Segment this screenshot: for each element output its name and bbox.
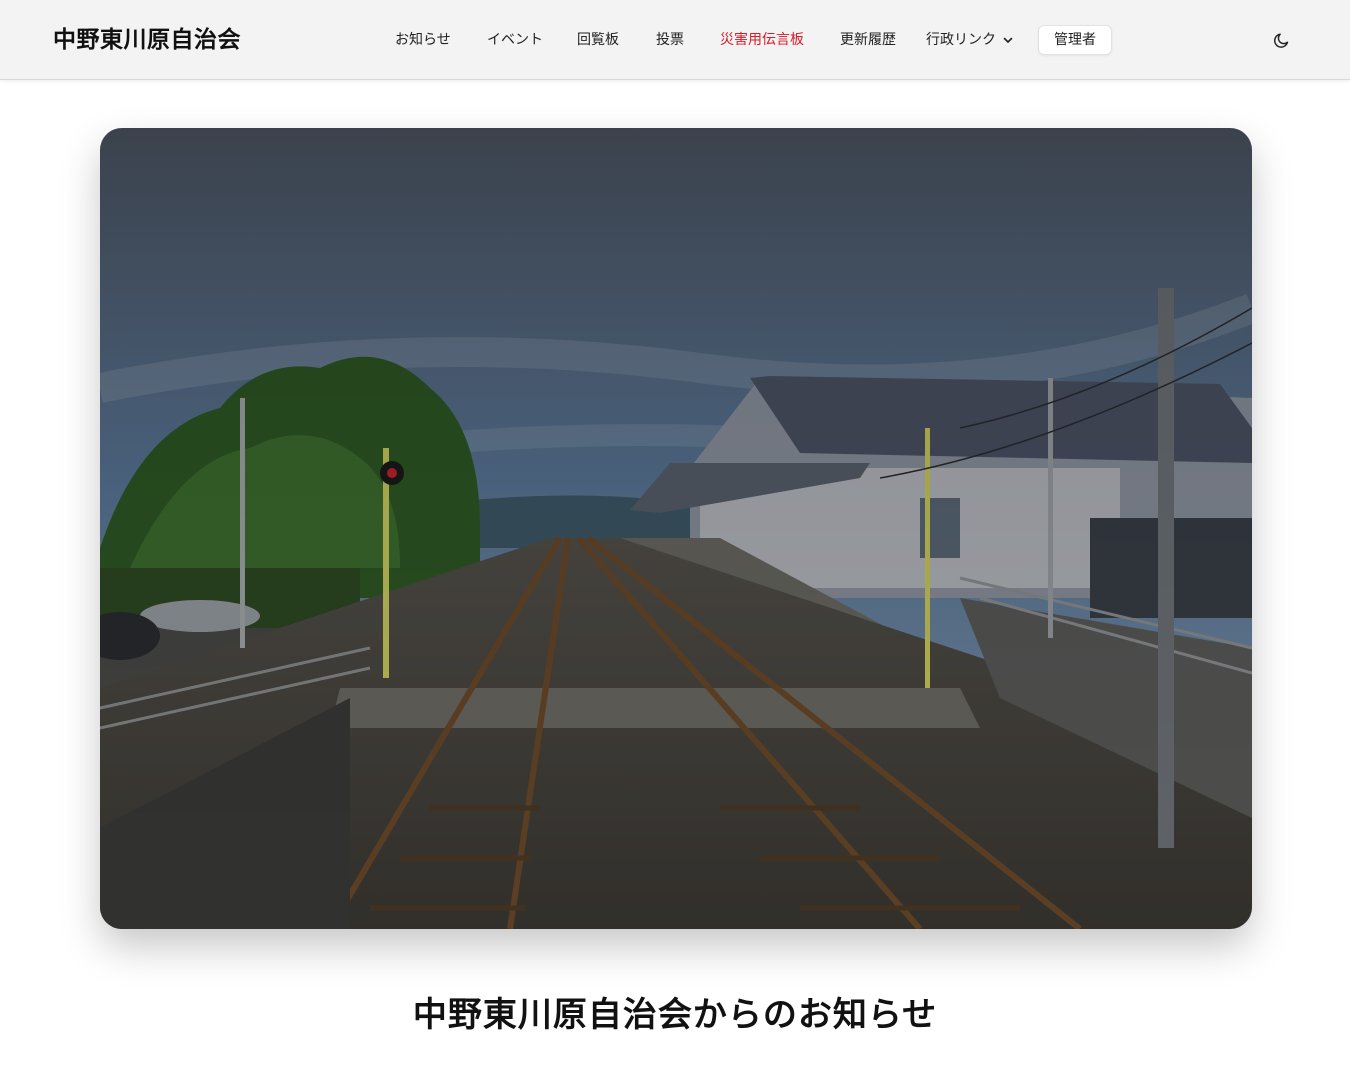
nav-events[interactable]: イベント [487, 30, 543, 50]
section-title: 中野東川原自治会からのお知らせ [412, 995, 938, 1035]
nav-admin-links-dropdown[interactable]: 行政リンク [926, 30, 1014, 50]
nav-admin-links-label: 行政リンク [926, 32, 996, 48]
nav-history[interactable]: 更新履歴 [840, 30, 896, 50]
moon-icon[interactable] [1272, 30, 1292, 50]
nav-voting[interactable]: 投票 [656, 30, 684, 50]
admin-button[interactable]: 管理者 [1038, 25, 1112, 55]
nav-notices[interactable]: お知らせ [395, 30, 451, 50]
chevron-down-icon [1003, 37, 1013, 43]
hero-railway-photo [100, 128, 1252, 929]
navbar: 中野東川原自治会 お知らせ イベント 回覧板 投票 災害用伝言板 更新履歴 行政… [0, 0, 1350, 80]
hero-image [100, 128, 1252, 929]
nav-disaster-board[interactable]: 災害用伝言板 [720, 30, 804, 50]
site-title[interactable]: 中野東川原自治会 [53, 24, 241, 56]
nav-circular[interactable]: 回覧板 [577, 30, 619, 50]
